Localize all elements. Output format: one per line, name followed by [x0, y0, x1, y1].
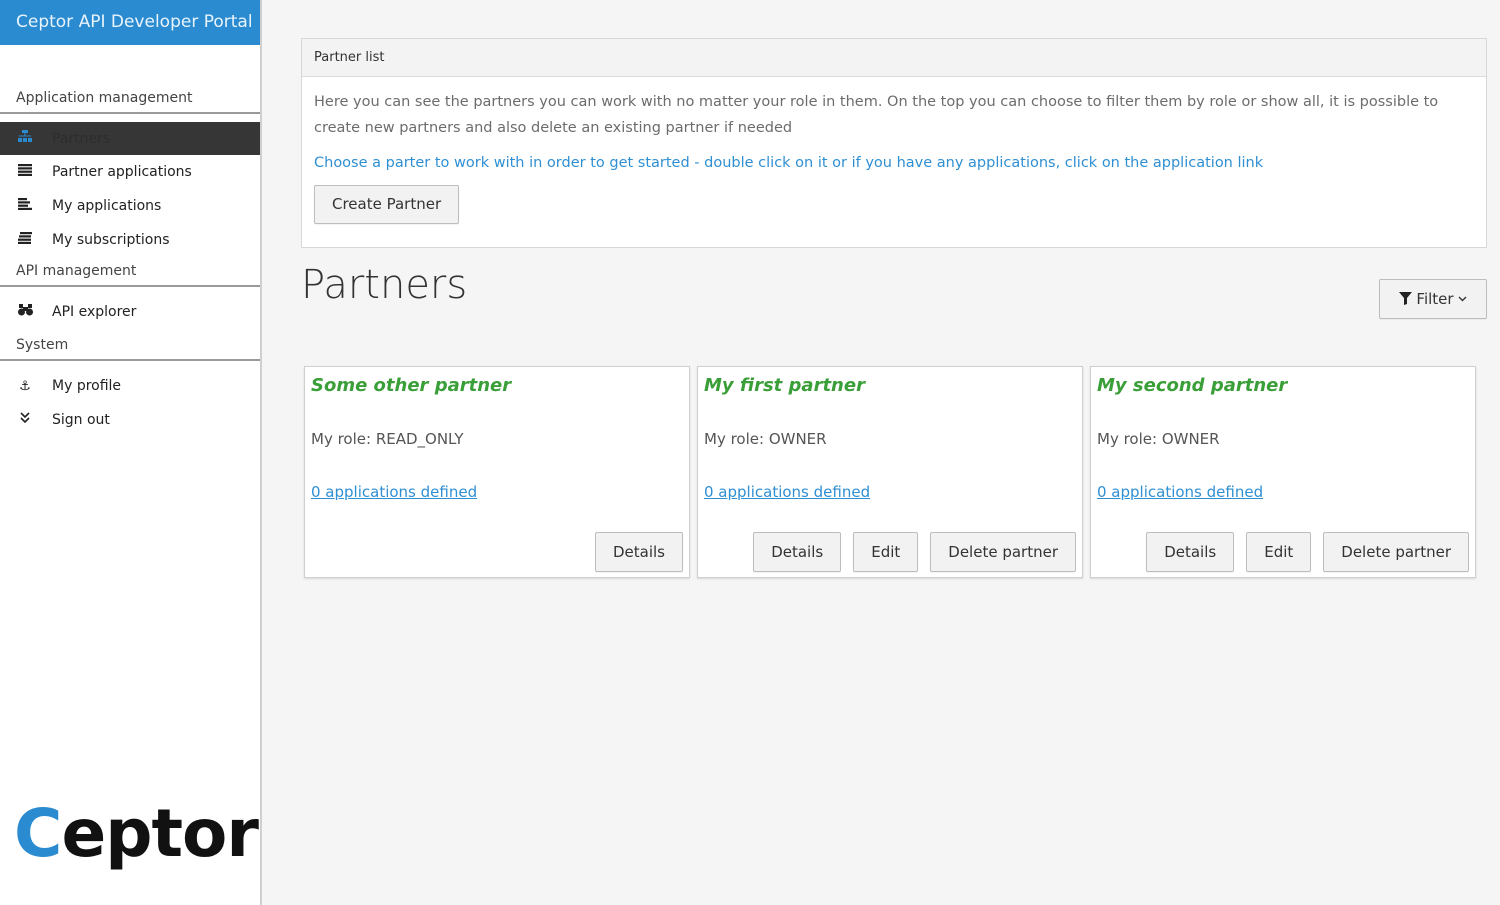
- applications-link[interactable]: 0 applications defined: [311, 483, 477, 501]
- sidebar-item-partner-applications[interactable]: Partner applications: [0, 155, 260, 189]
- ceptor-logo: Ceptor: [14, 795, 259, 872]
- partner-name: Some other partner: [311, 375, 512, 396]
- partner-name: My first partner: [704, 375, 865, 396]
- panel-description: Here you can see the partners you can wo…: [314, 94, 1439, 136]
- sitemap-icon: [16, 130, 34, 147]
- sidebar-item-label: My profile: [52, 378, 122, 394]
- sidebar: Ceptor API Developer Portal Application …: [0, 0, 262, 905]
- edit-button[interactable]: Edit: [853, 532, 919, 572]
- sidebar-item-label: My subscriptions: [52, 232, 170, 248]
- app-title[interactable]: Ceptor API Developer Portal: [0, 0, 260, 45]
- sidebar-item-my-applications[interactable]: My applications: [0, 189, 260, 223]
- partner-role: My role: OWNER: [704, 430, 827, 448]
- sidebar-item-api-explorer[interactable]: API explorer: [0, 295, 260, 329]
- filter-label: Filter: [1416, 290, 1454, 308]
- sidebar-item-label: API explorer: [52, 304, 137, 320]
- create-partner-button[interactable]: Create Partner: [314, 185, 460, 224]
- binoculars-icon: [16, 304, 34, 320]
- chevron-double-down-icon: [16, 412, 34, 428]
- partner-role: My role: OWNER: [1097, 430, 1220, 448]
- partner-name: My second partner: [1097, 375, 1288, 396]
- delete-partner-button[interactable]: Delete partner: [1323, 532, 1469, 572]
- partner-list-panel: Partner list Here you can see the partne…: [301, 38, 1487, 248]
- sidebar-item-sign-out[interactable]: Sign out: [0, 403, 260, 437]
- sidebar-item-my-profile[interactable]: ⚓ My profile: [0, 369, 260, 403]
- sidebar-item-label: Partners: [52, 130, 111, 147]
- partner-card[interactable]: Some other partner My role: READ_ONLY 0 …: [304, 366, 690, 578]
- sidebar-item-label: My applications: [52, 198, 162, 214]
- edit-button[interactable]: Edit: [1246, 532, 1312, 572]
- sidebar-item-label: Partner applications: [52, 164, 192, 180]
- chevron-down-icon: [1458, 290, 1467, 308]
- panel-heading: Partner list: [302, 39, 1486, 77]
- applications-link[interactable]: 0 applications defined: [704, 483, 870, 501]
- sidebar-item-my-subscriptions[interactable]: My subscriptions: [0, 223, 260, 257]
- partner-role: My role: READ_ONLY: [311, 430, 464, 448]
- list-icon: [16, 164, 34, 180]
- panel-hint: Choose a parter to work with in order to…: [314, 155, 1264, 171]
- details-button[interactable]: Details: [753, 532, 842, 572]
- details-button[interactable]: Details: [594, 532, 683, 572]
- sidebar-item-label: Sign out: [52, 412, 110, 428]
- sidebar-item-partners[interactable]: Partners: [0, 122, 260, 155]
- section-application-management: Application management: [0, 90, 260, 114]
- anchor-icon: ⚓: [19, 378, 31, 394]
- filter-icon: [1398, 290, 1417, 308]
- section-system: System: [0, 337, 260, 361]
- partner-card[interactable]: My first partner My role: OWNER 0 applic…: [697, 366, 1083, 578]
- delete-partner-button[interactable]: Delete partner: [930, 532, 1076, 572]
- page-title: Partners: [301, 262, 468, 308]
- details-button[interactable]: Details: [1146, 532, 1235, 572]
- list-alt-icon: [16, 198, 34, 214]
- filter-button[interactable]: Filter: [1379, 279, 1487, 319]
- section-api-management: API management: [0, 263, 260, 287]
- stack-icon: [16, 232, 34, 248]
- partner-card[interactable]: My second partner My role: OWNER 0 appli…: [1090, 366, 1476, 578]
- applications-link[interactable]: 0 applications defined: [1097, 483, 1263, 501]
